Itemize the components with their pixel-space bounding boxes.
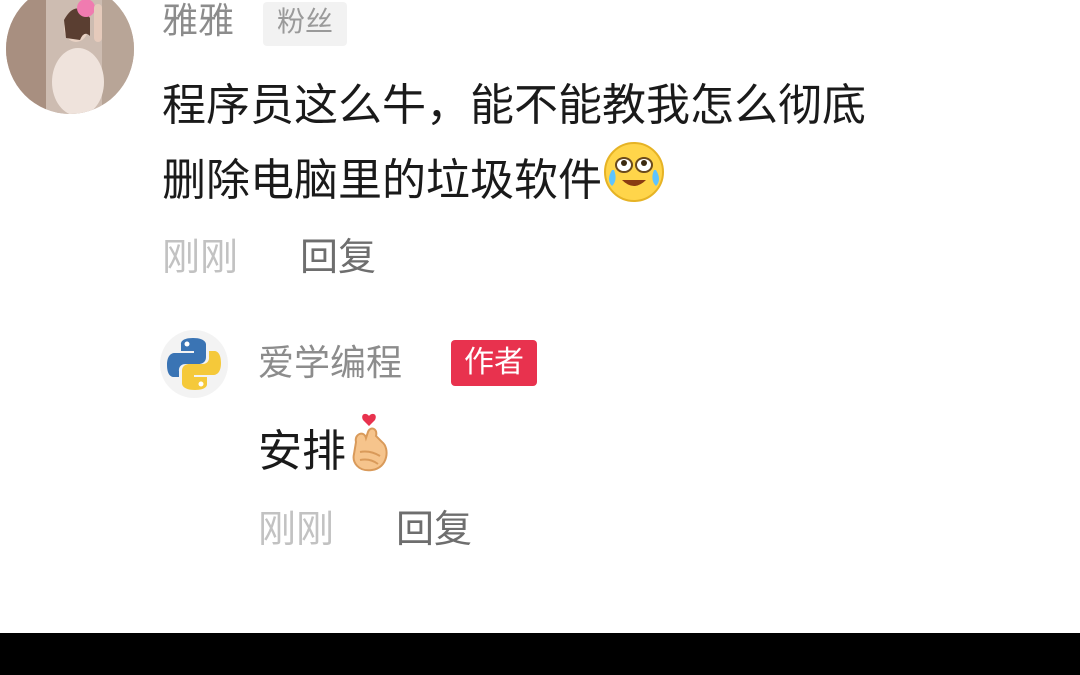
comment-text-line-1: 程序员这么牛，能不能教我怎么彻底 [162, 80, 866, 131]
reply-time: 刚刚 [258, 507, 335, 551]
reply-text-content: 安排 [258, 426, 346, 477]
author-avatar[interactable] [160, 330, 228, 398]
comment-text-line-2: 删除电脑里的垃圾软件 [162, 140, 666, 226]
reply-button[interactable]: 回复 [300, 235, 376, 279]
author-username[interactable]: 爱学编程 [258, 346, 402, 382]
comment-time: 刚刚 [162, 235, 239, 279]
author-badge: 作者 [451, 340, 537, 386]
comment-text-content: 删除电脑里的垃圾软件 [162, 155, 602, 206]
avatar[interactable] [6, 0, 134, 114]
reply-reply-button[interactable]: 回复 [396, 507, 472, 551]
fan-badge: 粉丝 [263, 2, 348, 46]
comment-meta: 刚刚 回复 [162, 238, 376, 276]
finger-heart-emoji-icon [346, 412, 392, 496]
user-photo [6, 0, 134, 114]
crying-laughing-emoji-icon [602, 140, 666, 226]
comment-username[interactable]: 雅雅 [162, 4, 234, 40]
comment-thread: 雅雅 粉丝 程序员这么牛，能不能教我怎么彻底 删除电脑里的垃圾软件 刚刚回复 [0, 0, 1080, 675]
reply-text: 安排 [258, 412, 392, 496]
reply-meta: 刚刚 回复 [258, 510, 472, 548]
bottom-bar [0, 633, 1080, 675]
python-logo-icon [167, 338, 221, 390]
